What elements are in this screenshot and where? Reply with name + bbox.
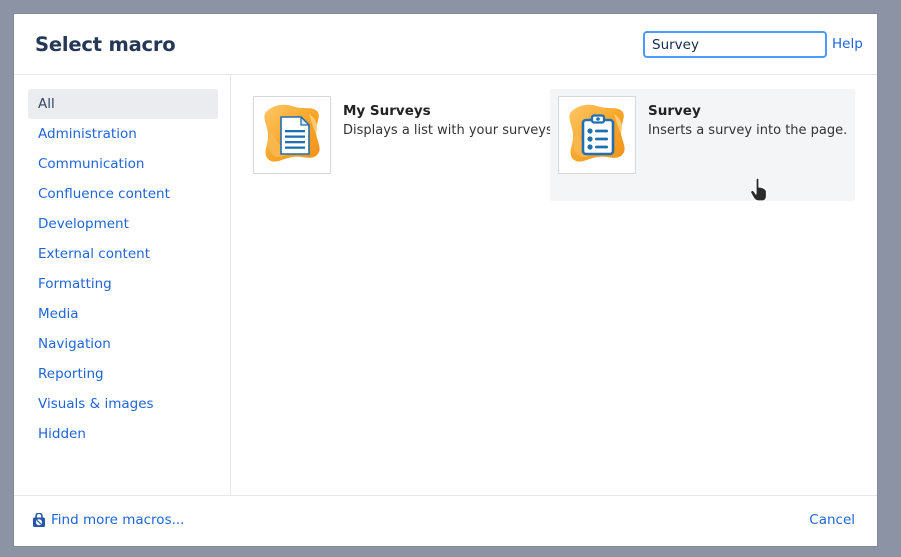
sidebar-item-development[interactable]: Development — [28, 209, 218, 239]
category-sidebar: All Administration Communication Conflue… — [14, 75, 231, 495]
dialog-header: Select macro Help — [14, 14, 877, 75]
cancel-button[interactable]: Cancel — [809, 512, 855, 528]
macro-icon-frame — [558, 96, 636, 174]
dialog-footer: Find more macros... Cancel — [14, 495, 877, 546]
sidebar-item-confluence-content[interactable]: Confluence content — [28, 179, 218, 209]
macro-title: My Surveys — [343, 103, 557, 119]
marketplace-icon — [32, 513, 46, 528]
sidebar-item-all[interactable]: All — [28, 89, 218, 119]
sidebar-item-reporting[interactable]: Reporting — [28, 359, 218, 389]
sidebar-item-visuals-images[interactable]: Visuals & images — [28, 389, 218, 419]
macro-icon-frame — [253, 96, 331, 174]
find-more-macros-label: Find more macros... — [51, 512, 184, 528]
help-link[interactable]: Help — [832, 36, 863, 52]
sidebar-item-navigation[interactable]: Navigation — [28, 329, 218, 359]
macro-description: Displays a list with your surveys. — [343, 123, 557, 138]
sidebar-item-formatting[interactable]: Formatting — [28, 269, 218, 299]
search-input[interactable] — [643, 31, 827, 58]
sidebar-item-communication[interactable]: Communication — [28, 149, 218, 179]
document-list-icon — [259, 102, 325, 168]
macro-card-survey[interactable]: Survey Inserts a survey into the page. — [550, 89, 855, 201]
find-more-macros-link[interactable]: Find more macros... — [32, 512, 184, 528]
macro-description: Inserts a survey into the page. — [648, 123, 847, 138]
macro-text: Survey Inserts a survey into the page. — [648, 103, 847, 138]
dialog-body: All Administration Communication Conflue… — [14, 75, 877, 495]
sidebar-item-administration[interactable]: Administration — [28, 119, 218, 149]
macro-results-list: My Surveys Displays a list with your sur… — [231, 75, 877, 495]
macro-card-my-surveys[interactable]: My Surveys Displays a list with your sur… — [245, 89, 550, 201]
macro-text: My Surveys Displays a list with your sur… — [343, 103, 557, 138]
select-macro-dialog: Select macro Help All Administration Com… — [14, 14, 877, 546]
macro-title: Survey — [648, 103, 847, 119]
clipboard-survey-icon — [564, 102, 630, 168]
sidebar-item-media[interactable]: Media — [28, 299, 218, 329]
sidebar-item-external-content[interactable]: External content — [28, 239, 218, 269]
sidebar-item-hidden[interactable]: Hidden — [28, 419, 218, 449]
page-title: Select macro — [35, 33, 176, 56]
